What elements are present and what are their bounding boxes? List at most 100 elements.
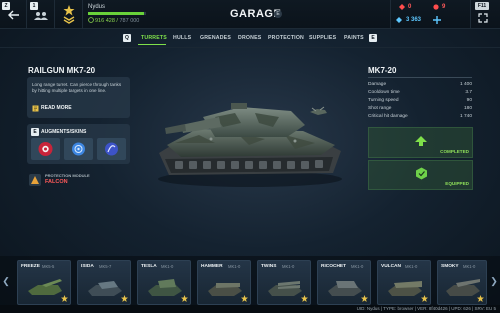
turret-mk: MK1-0 (282, 264, 295, 269)
stat-value: 3.7 (465, 90, 472, 95)
upgrade-star-icon (301, 295, 308, 302)
upgrade-status: COMPLETED (440, 149, 469, 154)
tab-next-key-hint[interactable]: E (369, 34, 377, 42)
isida-turret-icon (88, 281, 122, 296)
divider (0, 47, 500, 48)
upgrade-button[interactable]: COMPLETED (368, 127, 473, 158)
turret-card-ricochet[interactable]: RICOCHET MK1-0 (317, 260, 371, 305)
blue-augment-icon (72, 142, 85, 156)
crystal-icon (396, 17, 402, 23)
xp-icon (88, 17, 94, 23)
tab-supplies[interactable]: SUPPLIES (309, 35, 336, 41)
tankoin-count: 9 (442, 4, 446, 10)
equipped-hexagon-icon (416, 167, 427, 180)
turret-card-isida[interactable]: ISIDA MK5-7 (77, 260, 131, 305)
turret-mk: MK1-0 (463, 264, 476, 269)
stat-value: 180 (463, 106, 472, 111)
item-title: RAILGUN MK7-20 (28, 66, 96, 75)
turret-mk: MK1-0 (351, 264, 364, 269)
divider (390, 0, 391, 29)
carousel-prev-button[interactable]: ❮ (1, 258, 11, 304)
upgrade-star-icon (361, 295, 368, 302)
tab-hulls[interactable]: HULLS (173, 35, 191, 41)
turret-card-vulcan[interactable]: VULCAN MK1-0 (377, 260, 431, 305)
stat-row: Shot range 180 (368, 106, 472, 114)
rank-insignia-icon (63, 5, 75, 24)
turret-mk: MK1-0 (405, 264, 418, 269)
divider (470, 0, 471, 29)
augment-slot[interactable] (31, 138, 60, 160)
equip-status: EQUIPPED (445, 181, 469, 186)
tab-drones[interactable]: DRONES (238, 35, 261, 41)
turret-mk: MK5-7 (99, 264, 112, 269)
ruby-icon (399, 4, 405, 10)
augment-slot[interactable] (64, 138, 93, 160)
turret-name: TESLA (141, 264, 157, 269)
augment-slot[interactable] (97, 138, 126, 160)
augments-title: AUGMENTS/SKINS (41, 129, 87, 135)
xp-current: 916 428 (95, 18, 115, 24)
tab-prev-key-hint[interactable]: Q (123, 34, 131, 42)
tesla-turret-icon (148, 279, 182, 296)
fullscreen-key-hint: F11 (475, 2, 489, 10)
protection-module-icon (29, 174, 41, 186)
drone-icon (310, 106, 327, 115)
turret-mk: MK5-5 (42, 264, 55, 269)
turret-card-twins[interactable]: TWINS MK1-0 (257, 260, 311, 305)
stat-label: Cooldown time (368, 90, 400, 95)
build-info: UID: Nydus | TYPE: browser | VER: 8f40d4… (356, 306, 496, 311)
player-name: Nydus (88, 4, 106, 10)
back-key-hint: Z (2, 2, 10, 10)
turret-card-tesla[interactable]: TESLA MK1-0 (137, 260, 191, 305)
stat-value: 90 (466, 98, 472, 103)
add-crystals-icon[interactable] (433, 16, 441, 24)
tab-protection[interactable]: PROTECTION (268, 35, 304, 41)
item-description: Long range turret. Can pierce through ta… (32, 82, 122, 93)
turret-card-smoky[interactable]: SMOKY MK1-0 (437, 260, 487, 305)
friends-icon (34, 12, 48, 20)
equip-button[interactable]: EQUIPPED (368, 160, 473, 190)
tankoin-icon (433, 4, 439, 10)
description-panel: Long range turret. Can pierce through ta… (27, 77, 130, 118)
turret-name: HAMMER (201, 264, 223, 269)
friends-button[interactable]: 1 (27, 0, 55, 29)
stat-label: Critical hit damage (368, 114, 408, 119)
turret-name: FREEZE (21, 264, 40, 269)
upgrade-arrow-icon (415, 136, 427, 146)
turret-mk: MK1-0 (228, 264, 241, 269)
tab-grenades[interactable]: GRENADES (200, 35, 231, 41)
active-tab-indicator (138, 44, 166, 45)
protection-module-label: PROTECTION MODULE (45, 173, 90, 178)
stats-divider (368, 77, 472, 78)
xp-bar-fill (88, 12, 145, 15)
augments-panel: E AUGMENTS/SKINS (27, 124, 130, 164)
hammer-turret-icon (208, 283, 242, 296)
protection-module-name: FALCON (45, 179, 68, 185)
stat-value: 1 740 (459, 114, 472, 119)
tab-turrets[interactable]: TURRETS (141, 35, 167, 41)
stat-label: Damage (368, 82, 387, 87)
turret-card-hammer[interactable]: HAMMER MK1-0 (197, 260, 251, 305)
fullscreen-icon[interactable] (478, 13, 488, 23)
read-more-link[interactable]: READ MORE (41, 105, 72, 111)
stat-label: Turning speed (368, 98, 399, 103)
rank-badge[interactable] (55, 0, 83, 29)
turret-name: RICOCHET (321, 264, 347, 269)
turret-name: ISIDA (81, 264, 94, 269)
ruby-count: 0 (408, 4, 412, 10)
violet-augment-icon (105, 142, 118, 156)
back-button[interactable]: Z (0, 0, 27, 29)
stats-title: MK7-20 (368, 66, 397, 75)
tab-paints[interactable]: PAINTS (344, 35, 364, 41)
stat-row: Cooldown time 3.7 (368, 90, 472, 98)
turret-name: TWINS (261, 264, 277, 269)
carousel-next-button[interactable]: ❯ (489, 258, 499, 304)
turret-card-freeze[interactable]: FREEZE MK5-5 (17, 260, 71, 305)
friends-key-hint: 1 (30, 2, 38, 10)
back-arrow-icon (8, 10, 19, 20)
title-key-hint: E (274, 10, 282, 18)
upgrade-star-icon (241, 295, 248, 302)
turret-mk: MK1-0 (161, 264, 174, 269)
xp-max: 787 000 (119, 18, 140, 24)
protection-module[interactable]: PROTECTION MODULE FALCON (27, 172, 130, 188)
